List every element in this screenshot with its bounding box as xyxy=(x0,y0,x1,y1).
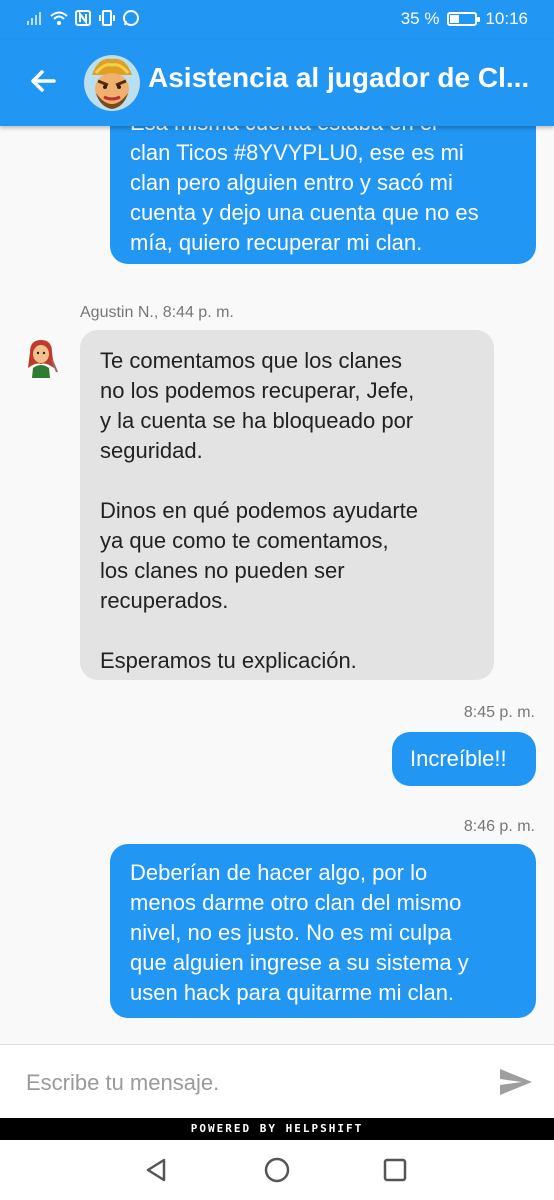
status-icons-left xyxy=(26,9,140,27)
message-line: y la cuenta se ha bloqueado por xyxy=(100,408,414,433)
message-line: seguridad. xyxy=(100,438,203,463)
message-line: los clanes no pueden ser xyxy=(100,558,345,583)
message-line: Esa misma cuenta estaba en el xyxy=(130,126,479,138)
message-time: 8:45 p. m. xyxy=(463,704,535,721)
system-nav-bar xyxy=(0,1140,554,1200)
app-bar: Asistencia al jugador de Cl... xyxy=(0,40,554,126)
vibrate-icon xyxy=(99,10,115,26)
home-circle-icon[interactable] xyxy=(263,1156,291,1184)
message-line: Te comentamos que los clanes xyxy=(100,348,403,373)
message-line: menos darme otro clan del mismo xyxy=(130,890,462,915)
arrow-left-icon[interactable] xyxy=(26,64,60,98)
message-bubble-outgoing: Increíble!! xyxy=(392,732,536,786)
message-composer xyxy=(0,1044,554,1119)
message-line: Deberían de hacer algo, por lo xyxy=(130,860,428,885)
message-line: cuenta y dejo una cuenta que no es xyxy=(130,200,479,225)
battery-icon xyxy=(447,12,481,26)
nfc-icon xyxy=(75,10,91,26)
battery-percent: 35 % xyxy=(400,9,440,28)
message-time: 8:46 p. m. xyxy=(463,818,535,835)
message-bubble-incoming: Te comentamos que los clanes no los pode… xyxy=(80,330,494,680)
sender-time-label: Agustin N., 8:44 p. m. xyxy=(80,304,234,321)
battery-fill xyxy=(450,15,459,23)
agent-avatar-icon xyxy=(28,340,58,378)
message-line: clan Ticos #8YVYPLU0, ese es mi xyxy=(130,140,464,165)
message-input[interactable] xyxy=(24,1067,468,1099)
status-icons-right: 35 % 10:16 xyxy=(401,9,528,29)
message-line: clan pero alguien entro y sacó mi xyxy=(130,170,453,195)
message-line: recuperados. xyxy=(100,588,229,613)
message-line: nivel, no es justo. No es mi culpa xyxy=(130,920,452,945)
message-line: Esperamos tu explicación. xyxy=(100,648,357,673)
message-bubble-outgoing: Deberían de hacer algo, por lo menos dar… xyxy=(110,844,536,1018)
clash-of-clans-avatar xyxy=(84,55,140,111)
message-bubble-outgoing: Esa misma cuenta estaba en el clan Ticos… xyxy=(110,126,536,264)
powered-by-banner: POWERED BY HELPSHIFT xyxy=(0,1118,554,1140)
signal-icon xyxy=(27,12,41,25)
message-line: Dinos en qué podemos ayudarte xyxy=(100,498,418,523)
message-line: ya que como te comentamos, xyxy=(100,528,389,553)
status-bar: 35 % 10:16 xyxy=(0,0,554,40)
message-text: Increíble!! xyxy=(410,746,507,771)
message-line: no los podemos recuperar, Jefe, xyxy=(100,378,415,403)
recents-square-icon[interactable] xyxy=(381,1156,409,1184)
chat-thread[interactable]: Esa misma cuenta estaba en el clan Ticos… xyxy=(0,126,554,1044)
clock: 10:16 xyxy=(485,9,528,28)
message-line: usen hack para quitarme mi clan. xyxy=(130,980,455,1005)
whatsapp-icon xyxy=(123,10,139,26)
wifi-icon xyxy=(50,11,68,25)
message-line: que alguien ingrese a su sistema y xyxy=(130,950,469,975)
back-triangle-icon[interactable] xyxy=(142,1156,170,1184)
message-line: mía, quiero recuperar mi clan. xyxy=(130,230,423,255)
page-title: Asistencia al jugador de Cl... xyxy=(148,62,530,93)
send-icon[interactable] xyxy=(498,1067,534,1097)
